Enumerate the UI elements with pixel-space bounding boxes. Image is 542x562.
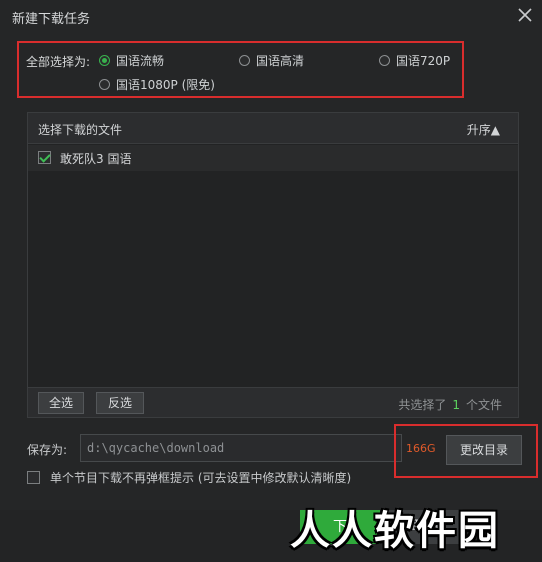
file-list-header: 选择下载的文件 升序▲: [28, 113, 518, 144]
radio-quality-720p[interactable]: 国语720P: [379, 52, 450, 69]
file-list-title: 选择下载的文件: [38, 123, 123, 137]
file-checkbox[interactable]: [38, 151, 51, 164]
sort-toggle[interactable]: 升序▲: [467, 121, 500, 138]
file-list-footer: 全选 反选 共选择了 1 个文件: [28, 387, 518, 417]
title-bar: 新建下载任务: [0, 0, 542, 32]
no-popup-label: 单个节目下载不再弹框提示 (可去设置中修改默认清晰度): [50, 471, 352, 485]
change-directory-button[interactable]: 更改目录: [446, 435, 522, 465]
no-popup-checkbox[interactable]: [27, 471, 40, 484]
radio-quality-hd[interactable]: 国语高清: [239, 52, 304, 69]
save-path-label: 保存为:: [27, 443, 68, 457]
free-space: 166G: [406, 442, 436, 455]
no-popup-option[interactable]: 单个节目下载不再弹框提示 (可去设置中修改默认清晰度): [27, 469, 351, 486]
radio-icon: [99, 79, 110, 90]
quality-selector: 全部选择为: 国语流畅 国语高清 国语720P 国语1080P (限免): [17, 41, 464, 98]
invert-selection-button[interactable]: 反选: [96, 392, 144, 414]
selected-count: 1: [452, 398, 460, 412]
radio-icon: [379, 55, 390, 66]
list-item[interactable]: 敢死队3 国语: [28, 145, 518, 171]
watermark-logo: 人人软件园: [290, 508, 500, 554]
radio-quality-1080p[interactable]: 国语1080P (限免): [99, 76, 215, 93]
select-all-button[interactable]: 全选: [38, 392, 84, 414]
file-list-panel: 选择下载的文件 升序▲ 敢死队3 国语 全选 反选 共选择了 1 个文件: [27, 112, 519, 418]
quality-label: 全部选择为:: [26, 55, 91, 69]
radio-icon: [239, 55, 250, 66]
radio-quality-smooth[interactable]: 国语流畅: [99, 52, 164, 69]
file-name: 敢死队3 国语: [60, 152, 132, 166]
save-path-input[interactable]: d:\qycache\download: [80, 434, 402, 462]
selected-count-text: 共选择了 1 个文件: [398, 398, 502, 412]
close-icon[interactable]: [516, 6, 534, 24]
radio-checked-icon: [99, 55, 110, 66]
window-title: 新建下载任务: [12, 12, 91, 27]
directory-box: 166G 更改目录: [394, 424, 538, 478]
